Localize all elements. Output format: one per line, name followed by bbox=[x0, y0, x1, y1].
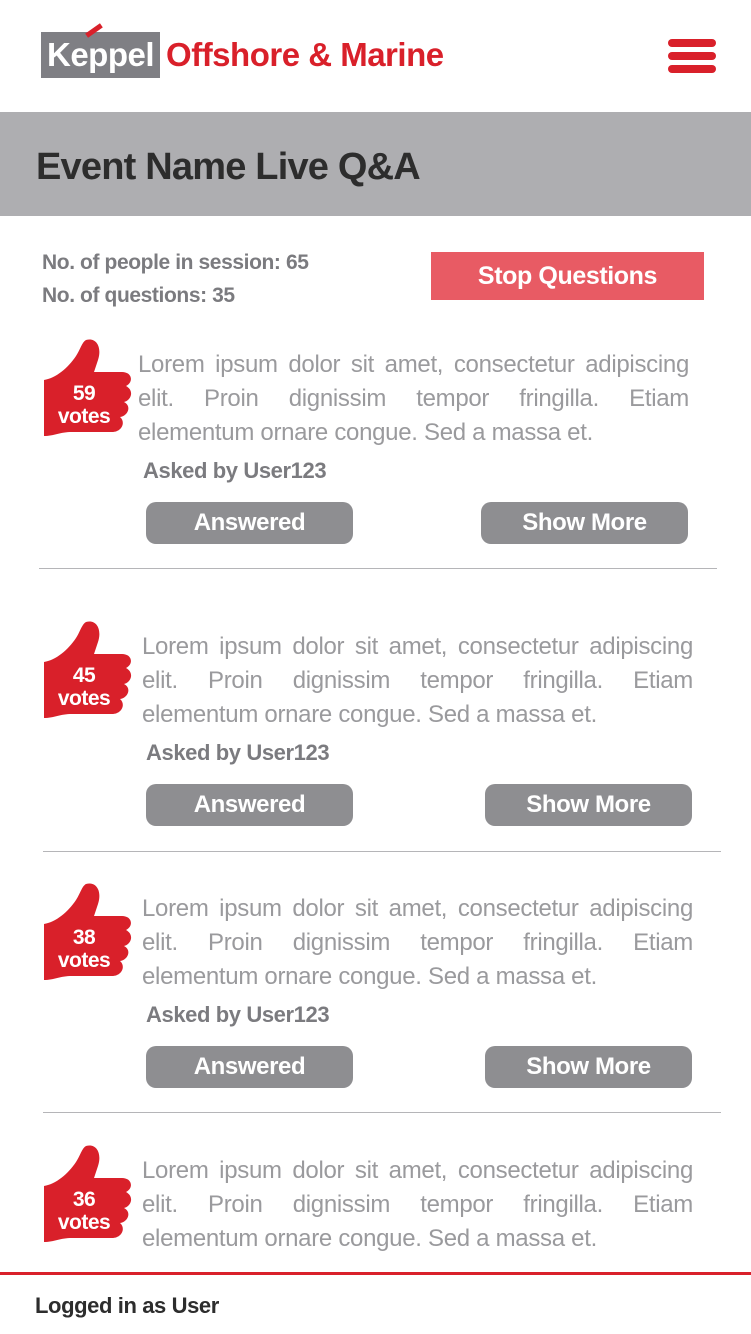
thumbs-up-vote-icon[interactable]: 38 votes bbox=[42, 882, 134, 984]
vote-label: votes bbox=[57, 405, 111, 428]
title-bar: Event Name Live Q&A bbox=[0, 112, 751, 216]
divider bbox=[43, 851, 721, 852]
logo-brand-box: Keppel bbox=[41, 23, 161, 78]
session-stats: No. of people in session: 65 No. of ques… bbox=[42, 246, 309, 312]
question-card: 45 votes Lorem ipsum dolor sit amet, con… bbox=[42, 620, 702, 830]
people-count: No. of people in session: 65 bbox=[42, 251, 309, 274]
vote-label: votes bbox=[57, 949, 111, 972]
question-text: Lorem ipsum dolor sit amet, consectetur … bbox=[142, 1157, 693, 1252]
vote-label: votes bbox=[57, 1211, 111, 1234]
logo-name: Offshore & Marine bbox=[166, 36, 444, 73]
show-more-button[interactable]: Show More bbox=[485, 784, 692, 826]
logged-in-status: Logged in as User bbox=[35, 1293, 219, 1318]
question-card: 59 votes Lorem ipsum dolor sit amet, con… bbox=[42, 338, 702, 548]
logo-brand: Keppel bbox=[47, 36, 155, 73]
thumbs-up-vote-icon[interactable]: 45 votes bbox=[42, 620, 134, 722]
answered-button[interactable]: Answered bbox=[146, 502, 353, 544]
show-more-button[interactable]: Show More bbox=[485, 1046, 692, 1088]
vote-count: 59 bbox=[72, 382, 96, 405]
thumbs-up-vote-icon[interactable]: 36 votes bbox=[42, 1144, 134, 1246]
vote-count: 36 bbox=[72, 1188, 96, 1211]
question-text: Lorem ipsum dolor sit amet, consectetur … bbox=[142, 895, 693, 990]
thumbs-up-vote-icon[interactable]: 59 votes bbox=[42, 338, 134, 440]
answered-button[interactable]: Answered bbox=[146, 784, 353, 826]
question-text: Lorem ipsum dolor sit amet, consectetur … bbox=[138, 351, 689, 446]
vote-count: 45 bbox=[72, 664, 96, 687]
keppel-logo[interactable]: Keppel Offshore & Marine bbox=[41, 23, 444, 78]
question-count: No. of questions: 35 bbox=[42, 284, 235, 307]
qa-page: Keppel Offshore & Marine Event Name Live… bbox=[0, 0, 751, 1334]
page-title: Event Name Live Q&A bbox=[36, 146, 421, 188]
question-card: 38 votes Lorem ipsum dolor sit amet, con… bbox=[42, 882, 702, 1092]
vote-label: votes bbox=[57, 687, 111, 710]
answered-button[interactable]: Answered bbox=[146, 1046, 353, 1088]
divider bbox=[43, 1112, 721, 1113]
divider bbox=[39, 568, 717, 569]
vote-count: 38 bbox=[72, 926, 96, 949]
question-text: Lorem ipsum dolor sit amet, consectetur … bbox=[142, 633, 693, 728]
asker-label: Asked by User123 bbox=[143, 458, 327, 483]
stop-questions-button[interactable]: Stop Questions bbox=[431, 252, 704, 300]
show-more-button[interactable]: Show More bbox=[481, 502, 688, 544]
hamburger-menu-icon[interactable] bbox=[668, 39, 716, 73]
asker-label: Asked by User123 bbox=[146, 1002, 330, 1027]
header: Keppel Offshore & Marine bbox=[0, 0, 751, 112]
asker-label: Asked by User123 bbox=[146, 740, 330, 765]
question-card: 36 votes Lorem ipsum dolor sit amet, con… bbox=[42, 1144, 702, 1272]
